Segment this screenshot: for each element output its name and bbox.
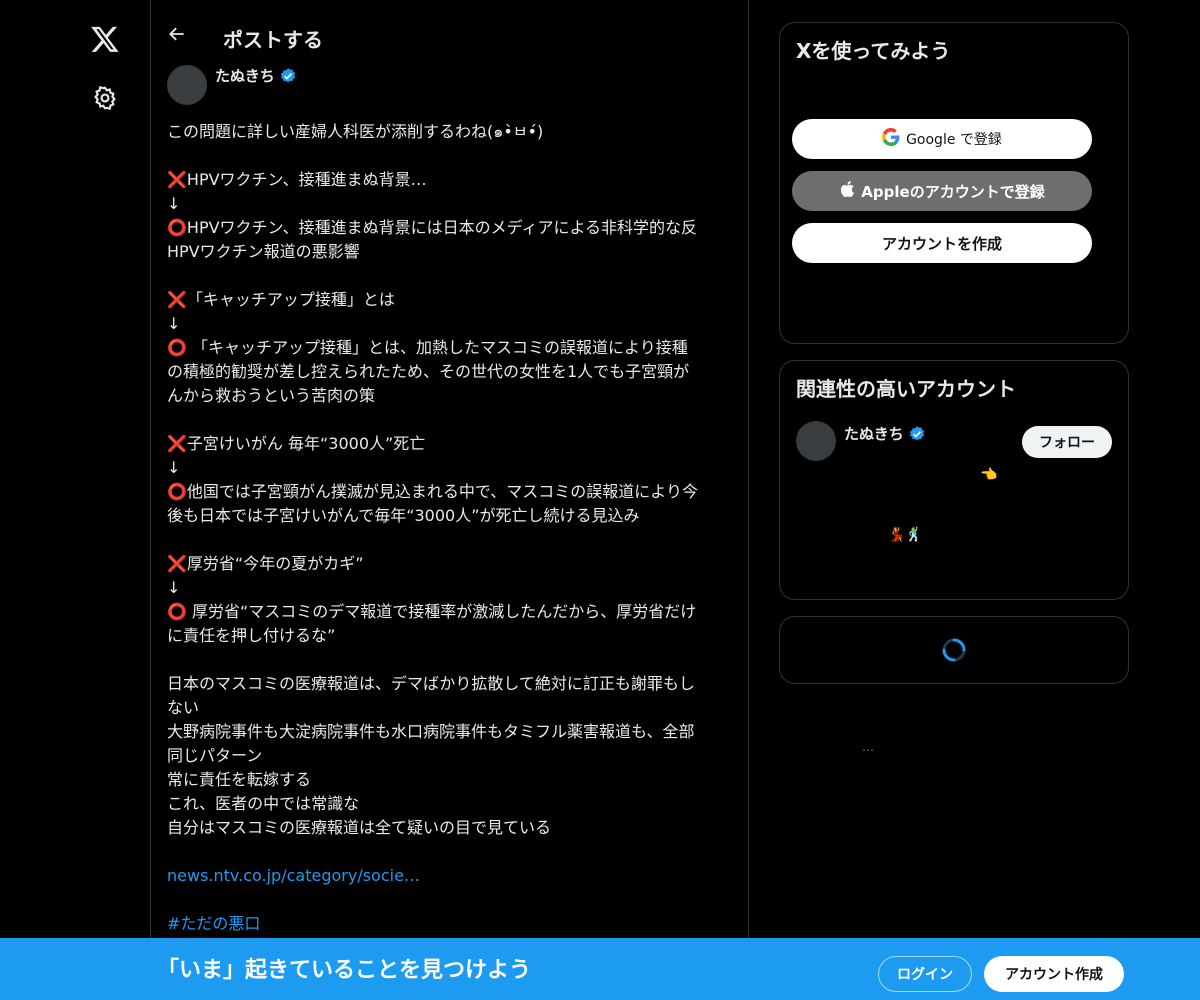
follow-button[interactable]: フォロー — [1022, 426, 1112, 458]
verified-badge-icon — [279, 67, 297, 85]
avatar[interactable] — [167, 65, 207, 105]
post-text-line — [167, 648, 737, 672]
post-body: この問題に詳しい産婦人科医が添削するわね(๑•̀ㅂ•́) ❌HPVワクチン、接種進… — [167, 120, 737, 936]
related-card-title: 関連性の高いアカウント — [796, 377, 1016, 401]
post-text-line: 同じパターン — [167, 746, 263, 765]
post-text-line — [167, 840, 737, 864]
post-text-line: 自分はマスコミの医療報道は全て疑いの目で見ている — [167, 818, 552, 837]
post-text-line: ⭕ 厚労省“マスコミのデマ報道で接種率が激減したんだから、厚労省だけ — [167, 602, 697, 621]
signup-card-title: Xを使ってみよう — [796, 39, 951, 63]
post-text-line: ↓ — [167, 578, 181, 597]
post-text-line: HPVワクチン報道の悪影響 — [167, 242, 360, 261]
main-column: ポストする たぬきち この問題に詳しい産婦人科医が添削するわね(๑•̀ㅂ•́) ❌… — [150, 0, 749, 1000]
post-text-line: ❌HPVワクチン、接種進まぬ背景… — [167, 170, 427, 189]
post-text-line: ❌厚労省“今年の夏がカギ” — [167, 554, 364, 573]
post-text-line: この問題に詳しい産婦人科医が添削するわね(๑•̀ㅂ•́) — [167, 122, 544, 141]
post-text-line: の積極的勧奨が差し控えられたため、その世代の女性を1人でも子宮頸が — [167, 362, 690, 381]
post-text-line: ❌子宮けいがん 毎年“3000人”死亡 — [167, 434, 426, 453]
dancers-emoji: 💃🕺 — [888, 527, 923, 543]
verified-badge-icon — [908, 425, 926, 443]
post-text-line: 大野病院事件も大淀病院事件も水口病院事件もタミフル薬害報道も、全部 — [167, 722, 695, 741]
post-text-line: 後も日本では子宮けいがんで毎年“3000人”が死亡し続ける見込み — [167, 506, 640, 525]
post-spacer — [167, 888, 737, 912]
create-account-label: アカウントを作成 — [881, 234, 1002, 253]
avatar[interactable] — [796, 421, 836, 461]
related-account-name[interactable]: たぬきち — [844, 423, 926, 444]
bottom-signup-bar: 「いま」起きていることを見つけよう ログイン アカウント作成 — [0, 938, 1200, 1000]
post-text-line — [167, 144, 737, 168]
post-text-line: ❌「キャッチアップ接種」とは — [167, 290, 395, 309]
post-text-line: ない — [167, 698, 200, 717]
apple-signup-button[interactable]: Appleのアカウントで登録 — [792, 171, 1092, 211]
post-text-line: に責任を押し付けるな” — [167, 626, 336, 645]
post-text-line: ↓ — [167, 314, 181, 333]
google-icon — [882, 128, 900, 150]
x-logo-icon[interactable] — [88, 22, 122, 56]
bottom-bar-text: 「いま」起きていることを見つけよう — [157, 958, 532, 983]
post-hashtag[interactable]: #ただの悪口 — [167, 912, 737, 936]
post-text-line: んから救おうという苦肉の策 — [167, 386, 376, 405]
post-text-line — [167, 408, 737, 432]
pointing-hand-emoji: 👈 — [980, 467, 998, 483]
apple-signup-label: Appleのアカウントで登録 — [861, 182, 1045, 201]
author-name[interactable]: たぬきち — [215, 65, 275, 86]
post-header: ポストする — [151, 0, 750, 60]
related-name[interactable]: たぬきち — [844, 423, 904, 444]
signup-card: Xを使ってみよう Google で登録 Appleのアカウントで登録 アカウント… — [779, 22, 1129, 344]
post-text-line: ⭕HPVワクチン、接種進まぬ背景には日本のメディアによる非科学的な反 — [167, 218, 697, 237]
gear-icon[interactable] — [91, 84, 119, 112]
create-account-button[interactable]: アカウントを作成 — [792, 223, 1092, 263]
apple-icon — [839, 180, 855, 202]
arrow-left-icon[interactable] — [165, 22, 189, 46]
login-button[interactable]: ログイン — [878, 956, 972, 992]
post-text-line: ⭕ 「キャッチアップ接種」とは、加熱したマスコミの誤報道により接種 — [167, 338, 688, 357]
left-nav — [0, 0, 150, 1000]
post-text-line: ⭕他国では子宮頸がん撲滅が見込まれる中で、マスコミの誤報道により今 — [167, 482, 698, 501]
post-text-line: ↓ — [167, 194, 181, 213]
loading-spinner-icon — [941, 637, 967, 663]
post-author[interactable]: たぬきち — [215, 65, 297, 86]
google-signup-label: Google で登録 — [906, 132, 1002, 148]
post-text-line: ↓ — [167, 458, 181, 477]
related-accounts-card: 関連性の高いアカウント たぬきち フォロー 👈 💃🕺 — [779, 360, 1129, 600]
post-text-line: 常に責任を転嫁する — [167, 770, 312, 789]
post-text-line — [167, 264, 737, 288]
post-text-line: 日本のマスコミの医療報道は、デマばかり拡散して絶対に訂正も謝罪もし — [167, 674, 695, 693]
page-title: ポストする — [223, 28, 323, 52]
google-signup-button[interactable]: Google で登録 — [792, 119, 1092, 159]
more-dots[interactable]: … — [862, 740, 874, 754]
post-link[interactable]: news.ntv.co.jp/category/socie… — [167, 864, 737, 888]
post-text-line: これ、医者の中では常識な — [167, 794, 360, 813]
loading-card — [779, 616, 1129, 684]
post-text-line — [167, 528, 737, 552]
signup-button[interactable]: アカウント作成 — [984, 956, 1124, 992]
